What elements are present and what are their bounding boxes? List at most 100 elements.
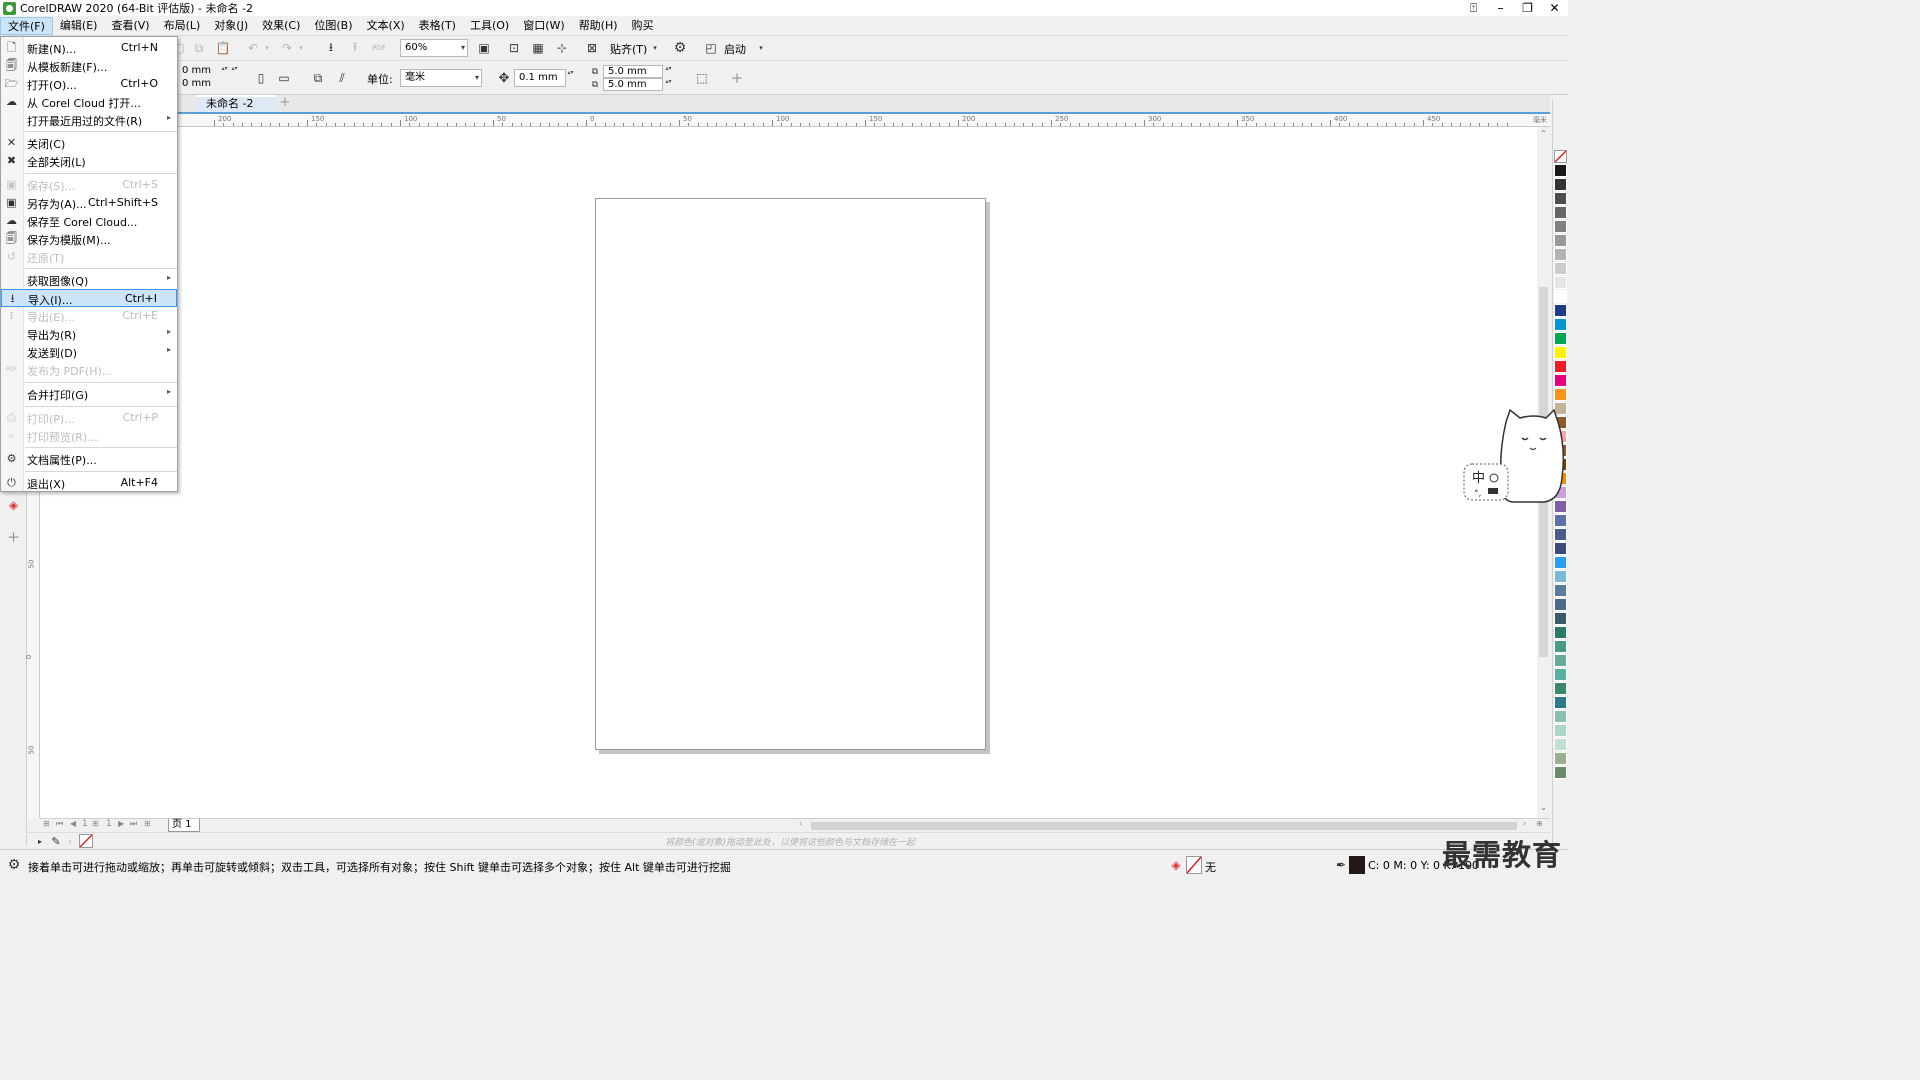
copy-icon[interactable]: ⧉ bbox=[190, 39, 208, 57]
launch-icon[interactable]: ◰ bbox=[702, 39, 720, 57]
menu-item-2[interactable]: 查看(V) bbox=[104, 17, 156, 35]
nudge-distance-field[interactable]: 0.1 mm bbox=[514, 69, 566, 87]
ime-cat-widget[interactable]: 中 °, bbox=[1462, 408, 1568, 508]
color-swatch[interactable] bbox=[1554, 668, 1567, 681]
file-menu-item[interactable]: 打开最近用过的文件(R) ▸ bbox=[1, 111, 177, 129]
scroll-up-icon[interactable]: ⌃ bbox=[1537, 129, 1550, 138]
current-page-icon[interactable]: ⫽ bbox=[332, 68, 352, 88]
status-settings-gear-icon[interactable]: ⚙ bbox=[6, 857, 22, 873]
file-menu-item[interactable]: ✖ 全部关闭(L) bbox=[1, 152, 177, 170]
previous-page-icon[interactable]: ◀ bbox=[70, 819, 76, 828]
color-swatch[interactable] bbox=[1554, 206, 1567, 219]
pdf-icon[interactable]: PDF bbox=[370, 39, 388, 57]
file-menu-item[interactable]: 合并打印(G) ▸ bbox=[1, 385, 177, 403]
file-menu-item[interactable]: ☁ 保存至 Corel Cloud... bbox=[1, 212, 177, 230]
color-swatch[interactable] bbox=[1554, 556, 1567, 569]
menu-item-3[interactable]: 布局(L) bbox=[157, 17, 208, 35]
position-x-field[interactable]: 0 mm bbox=[178, 65, 220, 78]
zoom-level-field[interactable]: 60% ▾ bbox=[400, 39, 468, 57]
color-swatch[interactable] bbox=[1554, 178, 1567, 191]
color-swatch[interactable] bbox=[1554, 640, 1567, 653]
paste-icon[interactable]: 📋 bbox=[214, 39, 232, 57]
menu-item-1[interactable]: 编辑(E) bbox=[53, 17, 105, 35]
last-page-icon[interactable]: ⏭ bbox=[130, 819, 137, 829]
duplicate-spinner[interactable]: ▴▾ bbox=[664, 78, 673, 96]
first-page-icon[interactable]: ⏮ bbox=[56, 819, 63, 829]
color-swatch[interactable] bbox=[1554, 766, 1567, 779]
undo-icon[interactable]: ↶ bbox=[244, 39, 262, 57]
color-swatch[interactable] bbox=[1554, 682, 1567, 695]
position-y-field[interactable]: 0 mm bbox=[178, 78, 220, 91]
menu-item-10[interactable]: 窗口(W) bbox=[516, 17, 571, 35]
launch-dropdown[interactable]: 启动 bbox=[724, 41, 746, 57]
redo-dropdown-icon[interactable]: ▾ bbox=[296, 39, 306, 57]
color-swatch[interactable] bbox=[1554, 248, 1567, 261]
menu-item-9[interactable]: 工具(O) bbox=[463, 17, 516, 35]
color-swatch[interactable] bbox=[1554, 528, 1567, 541]
all-pages-icon[interactable]: ⧉ bbox=[308, 68, 328, 88]
menu-item-7[interactable]: 文本(X) bbox=[360, 17, 412, 35]
color-swatch[interactable] bbox=[1554, 514, 1567, 527]
import-icon[interactable]: ⭳ bbox=[322, 39, 340, 57]
color-swatch[interactable] bbox=[1554, 752, 1567, 765]
file-menu-item[interactable]: 发送到(D) ▸ bbox=[1, 343, 177, 361]
landscape-icon[interactable]: ▭ bbox=[274, 68, 294, 88]
add-page-after-icon[interactable]: ⊞ bbox=[144, 819, 151, 828]
color-swatch[interactable] bbox=[1554, 696, 1567, 709]
file-menu-item[interactable]: 导出为(R) ▸ bbox=[1, 325, 177, 343]
file-menu-item[interactable]: ✕ 关闭(C) bbox=[1, 134, 177, 152]
no-color-swatch[interactable] bbox=[79, 834, 93, 848]
scroll-right-icon[interactable]: › bbox=[1523, 819, 1526, 828]
color-swatch[interactable] bbox=[1554, 220, 1567, 233]
horizontal-scroll-thumb[interactable] bbox=[811, 822, 1517, 830]
fill-icon[interactable]: ◈ bbox=[1168, 857, 1184, 873]
redo-icon[interactable]: ↷ bbox=[278, 39, 296, 57]
interactive-fill-icon[interactable]: ◈ bbox=[5, 496, 22, 514]
file-menu-item[interactable]: ▣ 另存为(A)... Ctrl+Shift+S bbox=[1, 194, 177, 212]
color-swatch[interactable] bbox=[1554, 276, 1567, 289]
show-rulers-icon[interactable]: ⊡ bbox=[504, 39, 524, 57]
file-menu-item[interactable]: 🗐 保存为模版(M)... bbox=[1, 230, 177, 248]
color-swatch[interactable] bbox=[1554, 346, 1567, 359]
add-page-before-icon[interactable]: ⊞ bbox=[43, 819, 50, 828]
minimize-button[interactable]: – bbox=[1487, 0, 1514, 16]
color-swatch[interactable] bbox=[1554, 710, 1567, 723]
horizontal-ruler[interactable]: 毫米 200 150 100 50 0 50 100 150 200 250 300 350 400 45… bbox=[178, 112, 1550, 127]
color-swatch[interactable] bbox=[1554, 304, 1567, 317]
position-spinner[interactable]: ▴▾ bbox=[230, 65, 239, 83]
color-swatch[interactable] bbox=[1554, 724, 1567, 737]
full-screen-preview-icon[interactable]: ▣ bbox=[474, 39, 494, 57]
eyedropper-icon[interactable]: ✎ bbox=[49, 834, 63, 848]
restore-button[interactable]: ❐ bbox=[1514, 0, 1541, 16]
horizontal-scrollbar[interactable]: ‹ › bbox=[797, 819, 1531, 832]
user-account-icon[interactable]: ⍐ bbox=[1460, 0, 1487, 16]
add-icon[interactable]: + bbox=[728, 68, 746, 88]
file-menu-item[interactable]: ⏻ 退出(X) Alt+F4 bbox=[1, 474, 177, 492]
options-gear-icon[interactable]: ⚙ bbox=[670, 39, 690, 57]
drawing-canvas[interactable] bbox=[40, 127, 1537, 818]
menu-item-6[interactable]: 位图(B) bbox=[307, 17, 359, 35]
color-swatch[interactable] bbox=[1554, 164, 1567, 177]
units-select[interactable]: 毫米 ▾ bbox=[400, 69, 482, 87]
chevron-down-icon[interactable]: ▾ bbox=[461, 40, 465, 56]
close-button[interactable]: ✕ bbox=[1541, 0, 1568, 16]
color-swatch[interactable] bbox=[1554, 290, 1567, 303]
color-swatch[interactable] bbox=[1554, 654, 1567, 667]
no-color-swatch[interactable] bbox=[1554, 150, 1567, 163]
export-icon[interactable]: ⭱ bbox=[346, 39, 364, 57]
color-swatch[interactable] bbox=[1554, 192, 1567, 205]
file-menu-item[interactable]: 🗋 新建(N)... Ctrl+N bbox=[1, 39, 177, 57]
file-menu-item[interactable]: ⭳ 导入(I)... Ctrl+I bbox=[1, 289, 177, 307]
outline-pen-icon[interactable]: ✒ bbox=[1334, 857, 1348, 873]
treat-as-filled-icon[interactable]: ⬚ bbox=[692, 68, 712, 88]
chevron-down-icon[interactable]: ▾ bbox=[756, 39, 766, 57]
color-swatch[interactable] bbox=[1554, 626, 1567, 639]
scroll-down-icon[interactable]: ⌄ bbox=[1537, 803, 1550, 812]
color-swatch[interactable] bbox=[1554, 262, 1567, 275]
file-menu-item[interactable]: ⚙ 文档属性(P)... bbox=[1, 450, 177, 468]
menu-file[interactable]: 文件(F) bbox=[0, 16, 53, 35]
color-swatch[interactable] bbox=[1554, 332, 1567, 345]
file-menu-item[interactable]: ☁ 从 Corel Cloud 打开... bbox=[1, 93, 177, 111]
color-swatch[interactable] bbox=[1554, 542, 1567, 555]
snap-to-dropdown[interactable]: 贴齐(T) bbox=[610, 41, 647, 57]
